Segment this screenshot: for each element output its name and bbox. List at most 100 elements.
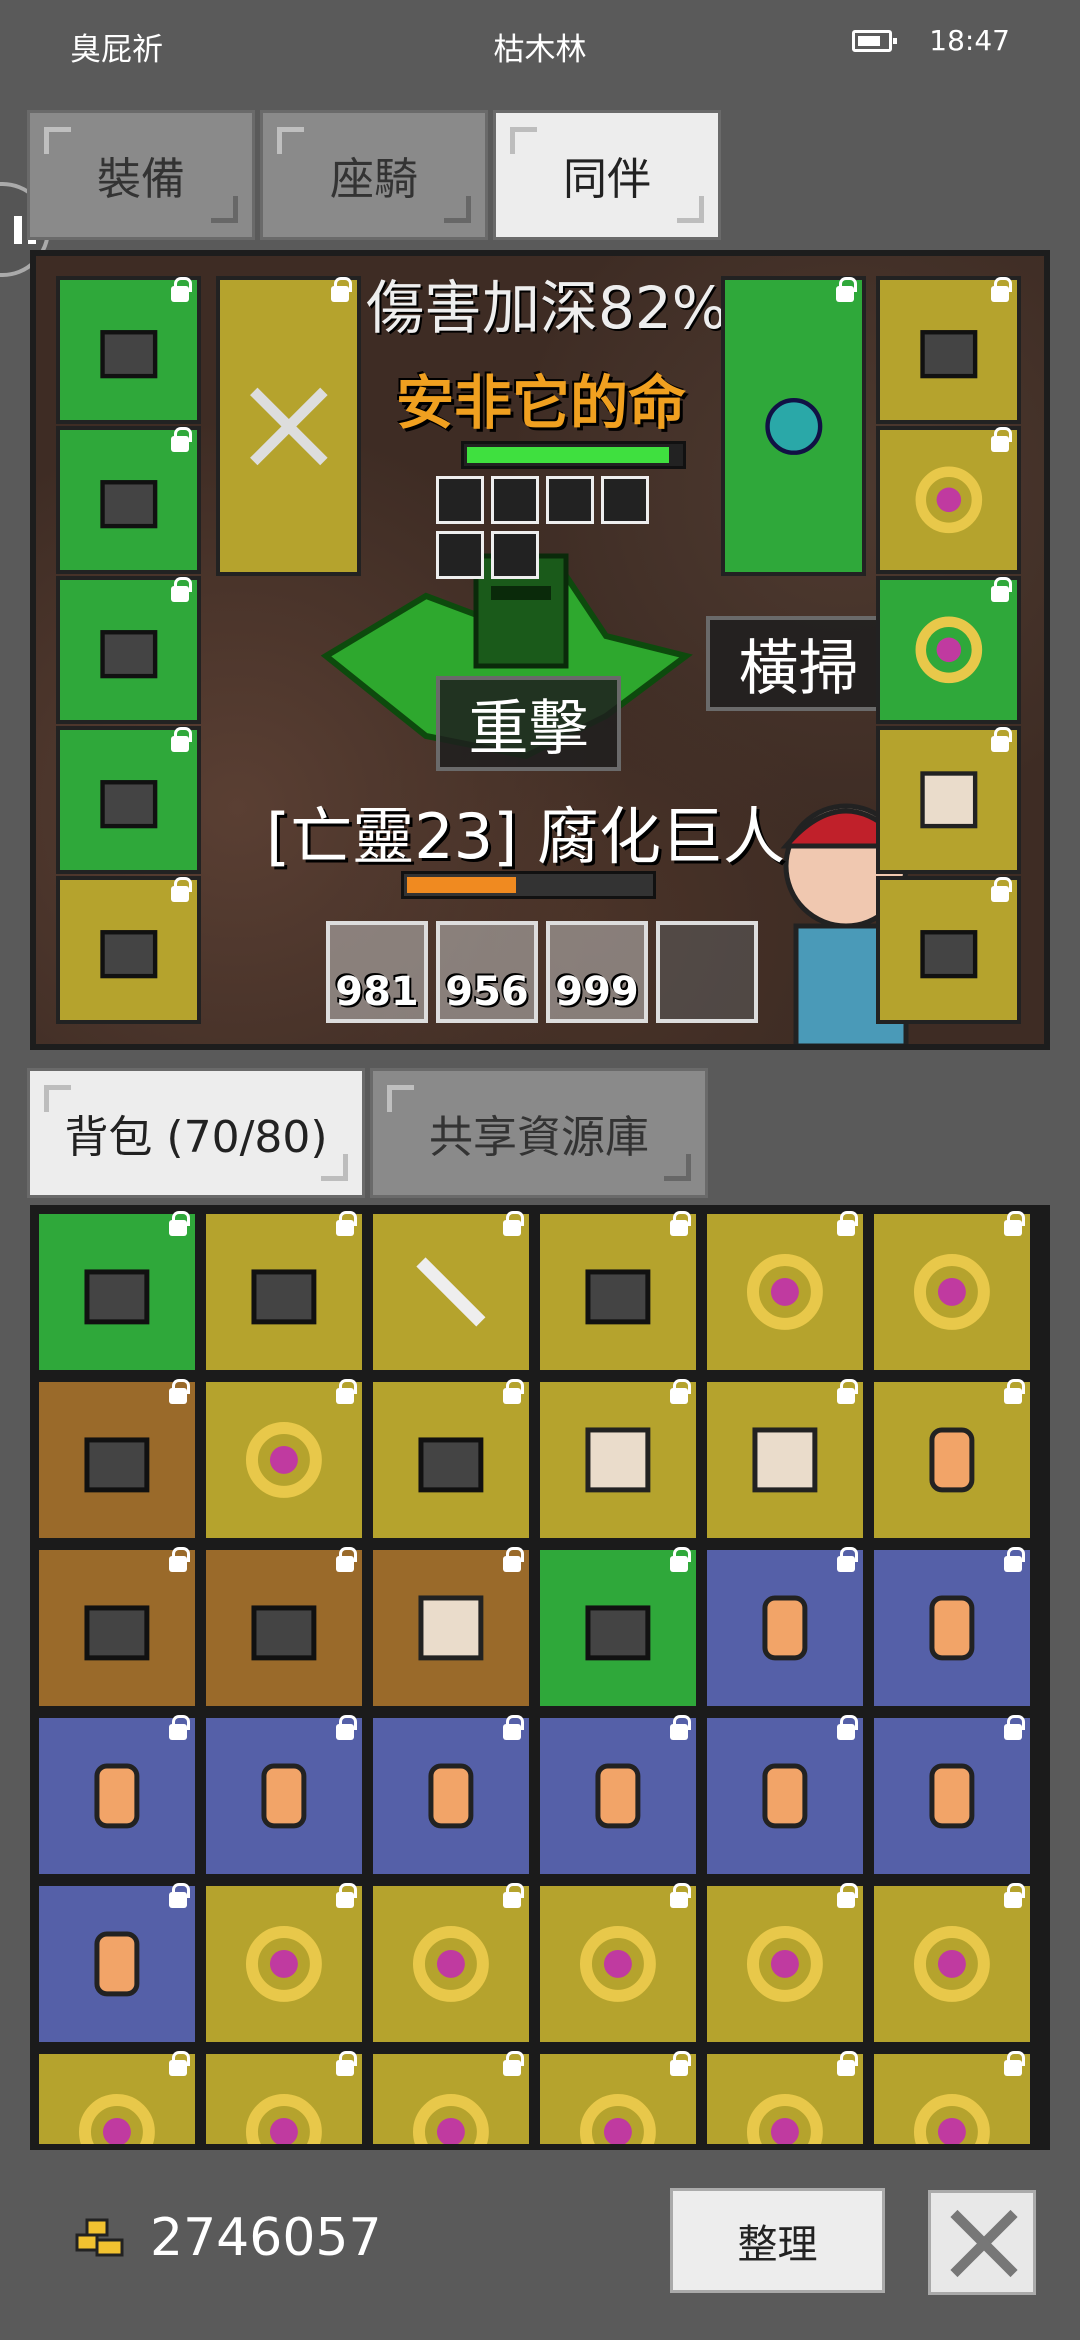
sort-button[interactable]: 整理 [670, 2188, 885, 2293]
lock-icon [1004, 1547, 1025, 1572]
bag-item-23[interactable] [704, 1715, 866, 1877]
equip-slot-right-1[interactable] [876, 276, 1021, 424]
purple-ring-icon [915, 466, 982, 534]
weapon-slot[interactable] [216, 276, 361, 576]
tab-shared-storage[interactable]: 共享資源庫 [370, 1068, 708, 1198]
equip-slot-right-2[interactable] [876, 426, 1021, 574]
equip-slot-right-5[interactable] [876, 876, 1021, 1024]
lock-icon [169, 2051, 190, 2076]
bag-item-11[interactable] [704, 1379, 866, 1541]
bag-item-22[interactable] [537, 1715, 699, 1877]
equip-slot-left-1[interactable] [56, 276, 201, 424]
tab-companion-label: 同伴 [563, 154, 651, 205]
lock-icon [336, 1211, 357, 1236]
bag-item-4[interactable] [537, 1211, 699, 1373]
potion-count-2: 956 [445, 969, 529, 1015]
bag-item-27[interactable] [370, 1883, 532, 2045]
bag-item-25[interactable] [36, 1883, 198, 2045]
potion-slot-1[interactable]: 981 [326, 921, 428, 1023]
green-shirt-icon [84, 1605, 150, 1661]
bag-item-3[interactable] [370, 1211, 532, 1373]
bag-item-2[interactable] [203, 1211, 365, 1373]
close-button[interactable] [928, 2190, 1036, 2295]
lock-icon [169, 1715, 190, 1740]
bag-item-16[interactable] [537, 1547, 699, 1709]
bag-item-7[interactable] [36, 1379, 198, 1541]
status-bar: 臭屁祈 枯木林 18:47 [0, 0, 1080, 90]
amethyst-ring-icon [246, 1422, 322, 1498]
bag-item-8[interactable] [203, 1379, 365, 1541]
pearl-ring-icon [580, 1926, 656, 2002]
potion-slot-4[interactable] [656, 921, 758, 1023]
equip-slot-left-2[interactable] [56, 426, 201, 574]
red-dragon-card-icon [585, 1427, 651, 1493]
bag-item-15[interactable] [370, 1547, 532, 1709]
bag-item-20[interactable] [203, 1715, 365, 1877]
tab-mount-label: 座騎 [330, 154, 418, 205]
tab-backpack[interactable]: 背包 (70/80) [27, 1068, 365, 1198]
bag-item-32[interactable] [203, 2051, 365, 2144]
scroll-card-icon [929, 1427, 975, 1493]
lock-icon [169, 1547, 190, 1572]
bag-item-33[interactable] [370, 2051, 532, 2144]
lock-icon [836, 277, 857, 302]
lock-icon [503, 1211, 524, 1236]
skill-popup-sweep-label: 橫掃 [738, 634, 859, 704]
equip-slot-left-4[interactable] [56, 726, 201, 874]
bag-item-19[interactable] [36, 1715, 198, 1877]
lock-icon [991, 277, 1012, 302]
lock-icon [837, 1379, 858, 1404]
gold-coins-icon [75, 2218, 124, 2257]
lock-icon [503, 1715, 524, 1740]
bag-item-14[interactable] [203, 1547, 365, 1709]
dark-armor-icon [99, 480, 157, 529]
bag-item-5[interactable] [704, 1211, 866, 1373]
tab-companion[interactable]: 同伴 [493, 110, 721, 240]
bag-item-13[interactable] [36, 1547, 198, 1709]
bag-item-18[interactable] [871, 1547, 1033, 1709]
potion-slot-3[interactable]: 999 [546, 921, 648, 1023]
large-scroll-icon [261, 1763, 307, 1829]
leaf-hat-icon [251, 1605, 317, 1661]
lock-icon [503, 1883, 524, 1908]
backpack-grid [30, 1205, 1050, 2150]
bag-item-12[interactable] [871, 1379, 1033, 1541]
bag-item-26[interactable] [203, 1883, 365, 2045]
bag-item-1[interactable] [36, 1211, 198, 1373]
bag-item-9[interactable] [370, 1379, 532, 1541]
bag-item-30[interactable] [871, 1883, 1033, 2045]
tab-equipment[interactable]: 裝備 [27, 110, 255, 240]
ring-icon [246, 2094, 322, 2144]
equip-slot-right-4[interactable] [876, 726, 1021, 874]
small-scroll-icon [94, 1931, 140, 1997]
gauntlet-icon [99, 630, 157, 679]
mana-buff-icon [546, 476, 594, 524]
lock-icon [837, 1211, 858, 1236]
bag-item-29[interactable] [704, 1883, 866, 2045]
ring-icon [914, 2094, 990, 2144]
tab-mount[interactable]: 座騎 [260, 110, 488, 240]
damage-buff-text: 傷害加深82%開 [366, 274, 785, 342]
lock-icon [670, 1211, 691, 1236]
offhand-slot[interactable] [721, 276, 866, 576]
bag-item-10[interactable] [537, 1379, 699, 1541]
lock-icon [169, 1379, 190, 1404]
bag-item-31[interactable] [36, 2051, 198, 2144]
potion-slot-2[interactable]: 956 [436, 921, 538, 1023]
bag-item-34[interactable] [537, 2051, 699, 2144]
bag-item-21[interactable] [370, 1715, 532, 1877]
bag-item-28[interactable] [537, 1883, 699, 2045]
equip-slot-left-5[interactable] [56, 876, 201, 1024]
target-name: [亡靈23] 腐化巨人 [266, 800, 785, 873]
heart-buff-icon [491, 476, 539, 524]
bag-item-6[interactable] [871, 1211, 1033, 1373]
ring-icon [747, 2094, 823, 2144]
bag-item-24[interactable] [871, 1715, 1033, 1877]
equip-slot-left-3[interactable] [56, 576, 201, 724]
lock-icon [169, 1883, 190, 1908]
bag-item-36[interactable] [871, 2051, 1033, 2144]
equip-slot-right-3[interactable] [876, 576, 1021, 724]
bag-item-35[interactable] [704, 2051, 866, 2144]
bag-item-17[interactable] [704, 1547, 866, 1709]
lock-icon [670, 1547, 691, 1572]
